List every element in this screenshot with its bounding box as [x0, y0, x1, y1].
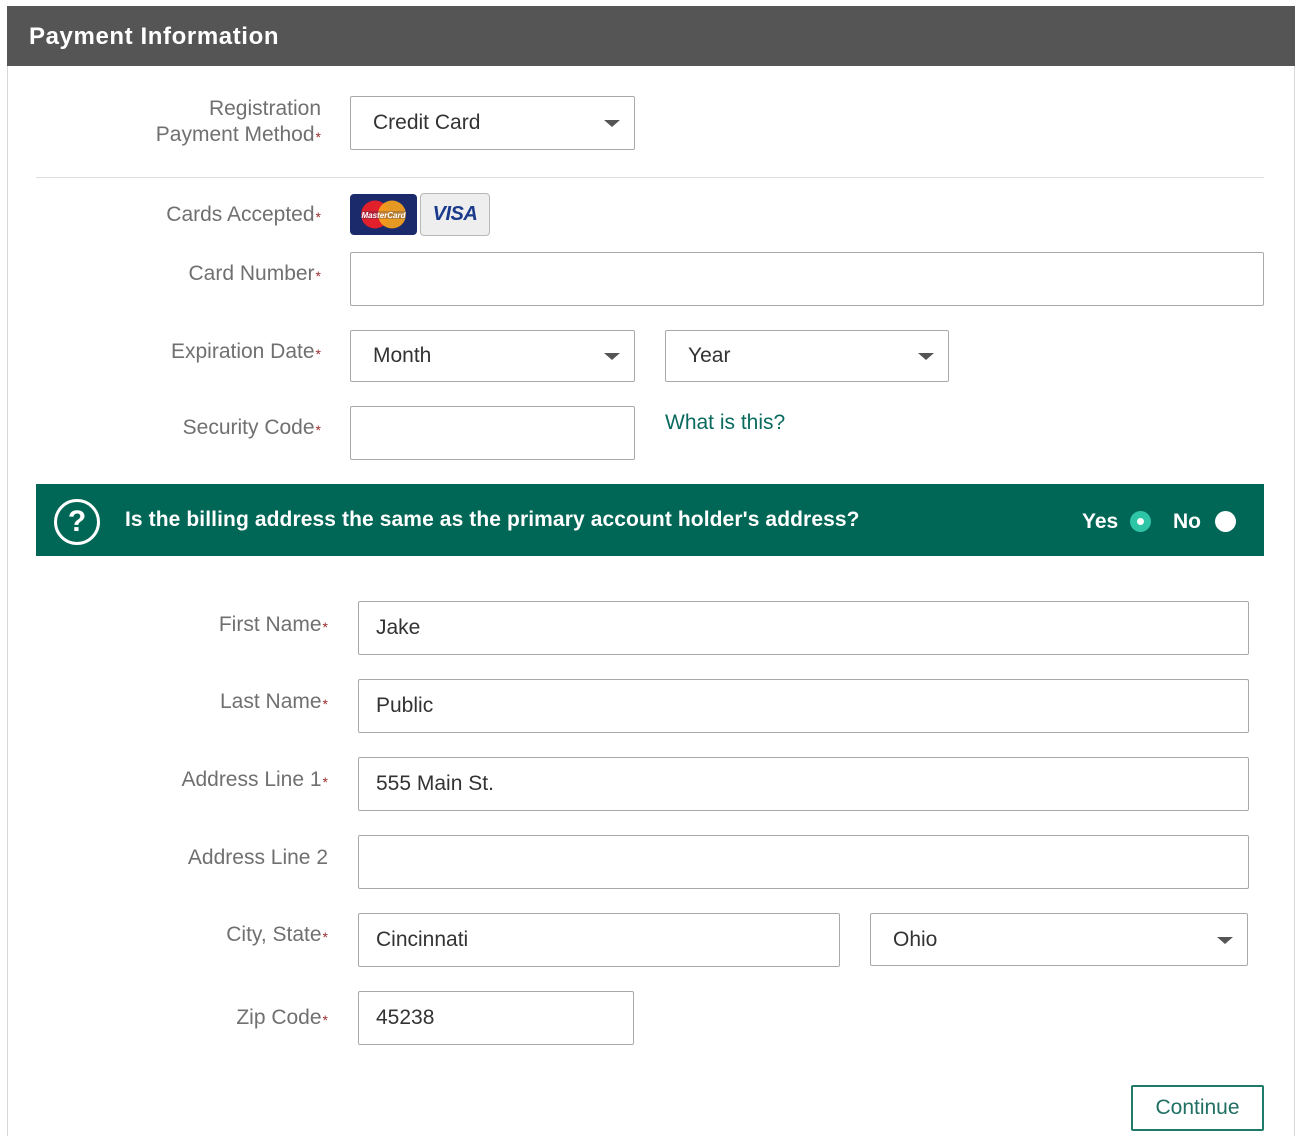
- expiration-month-select[interactable]: Month: [350, 330, 635, 382]
- billing-question-text: Is the billing address the same as the p…: [125, 508, 860, 531]
- question-circle-icon: ?: [54, 499, 100, 545]
- address-line1-input[interactable]: [358, 757, 1249, 811]
- no-radio[interactable]: [1215, 511, 1236, 532]
- address-line2-label: Address Line 2: [187, 846, 328, 869]
- month-value: Month: [373, 344, 432, 367]
- billing-question-banner: ? Is the billing address the same as the…: [36, 484, 1264, 556]
- state-value: Ohio: [893, 927, 938, 951]
- no-label[interactable]: No: [1173, 510, 1201, 534]
- address-line1-label: Address Line 1*: [181, 768, 328, 791]
- security-code-label: Security Code*: [182, 416, 321, 439]
- last-name-label: Last Name*: [220, 690, 328, 713]
- visa-logo: VISA: [420, 193, 490, 236]
- security-code-help-link[interactable]: What is this?: [665, 411, 785, 435]
- payment-method-label-line2: Payment Method: [155, 123, 315, 146]
- chevron-down-icon: [918, 353, 934, 360]
- section-divider: [36, 177, 1264, 178]
- first-name-label: First Name*: [218, 613, 328, 636]
- card-number-input[interactable]: [350, 252, 1264, 306]
- mastercard-logo: MasterCard: [350, 194, 417, 235]
- card-number-label: Card Number*: [188, 262, 322, 285]
- payment-method-select[interactable]: Credit Card: [350, 96, 635, 150]
- panel-title: Payment Information: [7, 6, 1295, 66]
- expiration-year-select[interactable]: Year: [665, 330, 949, 382]
- payment-method-value: Credit Card: [373, 111, 481, 134]
- yes-label[interactable]: Yes: [1082, 510, 1118, 534]
- state-select[interactable]: Ohio: [870, 913, 1248, 966]
- cards-accepted-label: Cards Accepted*: [166, 203, 321, 226]
- required-marker: *: [315, 129, 321, 145]
- zip-code-label: Zip Code*: [236, 1006, 328, 1029]
- expiration-date-label: Expiration Date*: [170, 340, 321, 363]
- city-input[interactable]: [358, 913, 840, 967]
- zip-code-input[interactable]: [358, 991, 634, 1045]
- payment-method-label: Registration Payment Method*: [156, 96, 321, 148]
- year-value: Year: [688, 344, 731, 367]
- mastercard-text: MasterCard: [361, 211, 406, 220]
- payment-method-label-line1: Registration: [208, 97, 321, 120]
- chevron-down-icon: [604, 120, 620, 127]
- security-code-input[interactable]: [350, 406, 635, 460]
- last-name-input[interactable]: [358, 679, 1249, 733]
- chevron-down-icon: [604, 353, 620, 360]
- chevron-down-icon: [1217, 936, 1233, 944]
- city-state-label: City, State*: [226, 923, 328, 946]
- address-line2-input[interactable]: [358, 835, 1249, 889]
- continue-button[interactable]: Continue: [1131, 1085, 1264, 1131]
- yes-radio[interactable]: [1130, 511, 1151, 532]
- first-name-input[interactable]: [358, 601, 1249, 655]
